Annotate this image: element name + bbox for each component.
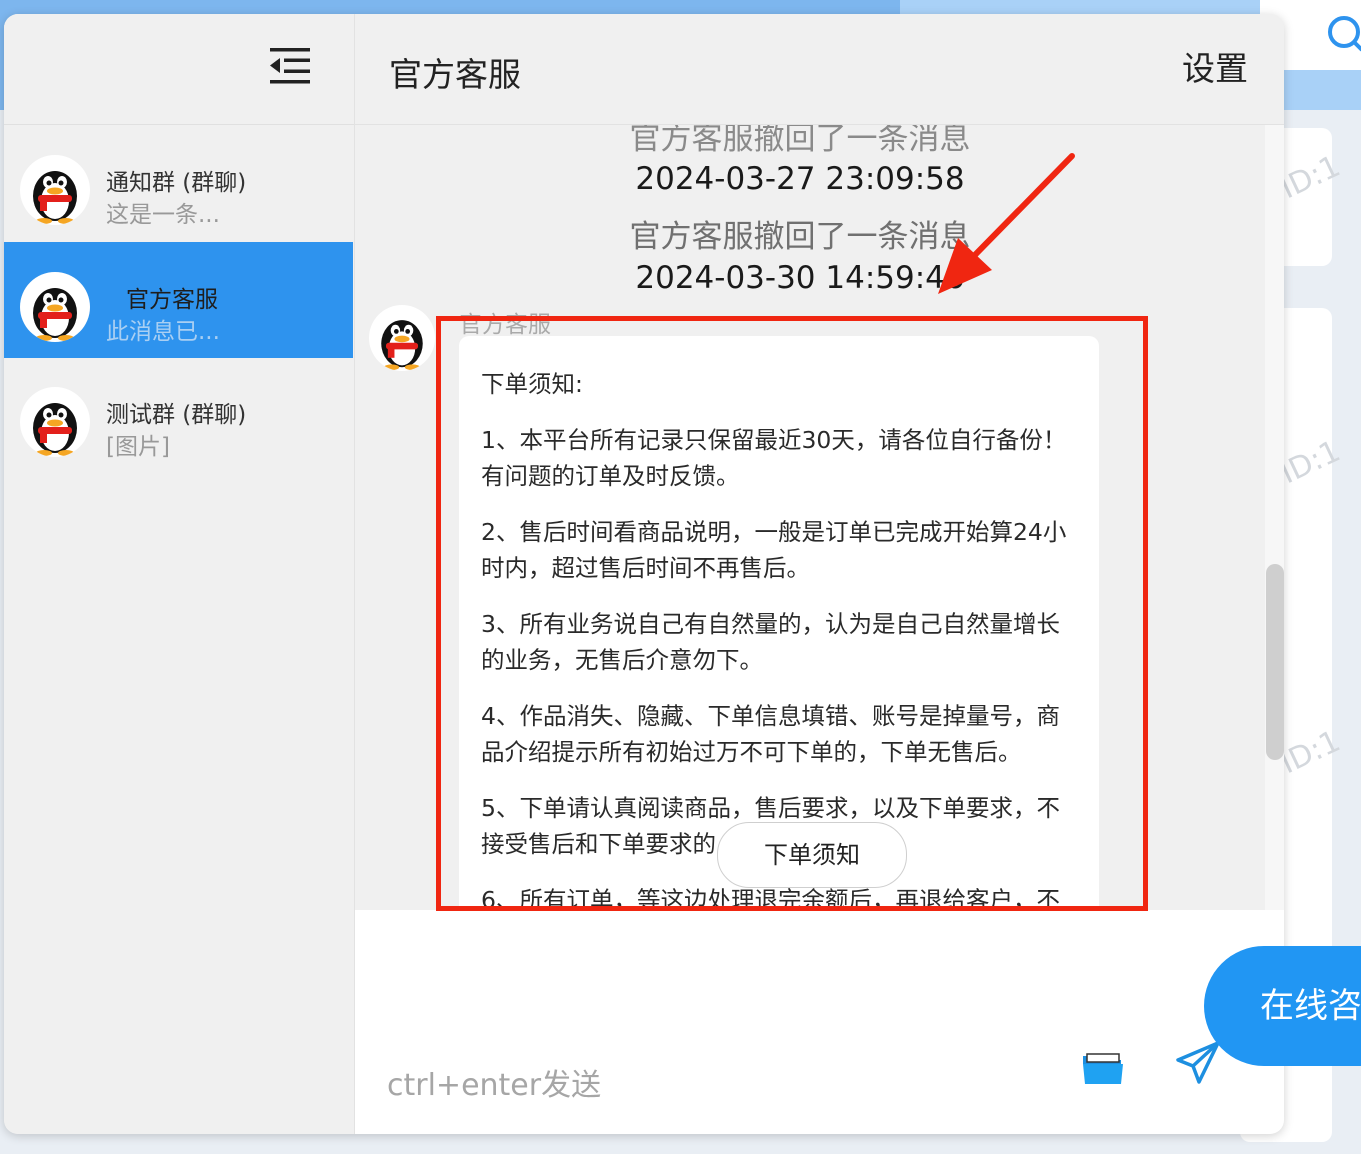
notice-rule: 4、作品消失、隐藏、下单信息填错、账号是掉量号，商 品介绍提示所有初始过万不可下单… — [481, 702, 1060, 766]
online-consult-button[interactable]: 在线咨询 — [1204, 946, 1361, 1066]
message-composer[interactable]: ctrl+enter发送 — [355, 910, 1284, 1134]
chat-name: 官方客服 — [126, 287, 218, 313]
send-icon[interactable] — [1175, 1040, 1221, 1086]
chat-item[interactable]: 测试群 (群聊) [图片] — [4, 359, 353, 475]
chat-name: 测试群 (群聊) — [106, 402, 247, 428]
notice-heading: 下单须知: — [481, 370, 583, 398]
chat-preview: 此消息已... — [106, 319, 220, 345]
system-message: 官方客服撤回了一条消息 — [629, 125, 971, 157]
notice-rule: 2、售后时间看商品说明，一般是订单已完成开始算24小 时内，超过售后时间不再售后。 — [481, 518, 1067, 582]
system-timestamp: 2024-03-27 23:09:58 — [635, 161, 965, 197]
penguin-avatar-icon — [20, 155, 90, 225]
scrollbar-thumb[interactable] — [1266, 564, 1284, 760]
chat-preview: [图片] — [106, 434, 170, 460]
system-message: 官方客服撤回了一条消息 — [629, 219, 971, 255]
chat-name: 通知群 (群聊) — [106, 170, 247, 196]
message-list[interactable]: 官方客服撤回了一条消息 2024-03-27 23:09:58 官方客服撤回了一… — [355, 125, 1265, 910]
penguin-avatar-icon — [20, 272, 90, 342]
message-sender: 官方客服 — [459, 312, 551, 338]
penguin-avatar-icon — [20, 387, 90, 457]
chat-preview: 这是一条... — [106, 202, 220, 228]
settings-button[interactable]: 设置 — [1182, 42, 1248, 90]
notice-rule: 1、本平台所有记录只保留最近30天，请各位自行备份！ 有问题的订单及时反馈。 — [481, 426, 1067, 490]
quick-reply-button[interactable]: 下单须知 — [717, 822, 907, 888]
chat-title: 官方客服 — [389, 55, 521, 94]
menu-collapse-icon[interactable] — [268, 44, 312, 88]
notice-rule: 3、所有业务说自己有自然量的，认为是自己自然量增长 的业务，无售后介意勿下。 — [481, 610, 1060, 674]
penguin-avatar-icon — [369, 305, 435, 371]
chat-window: 通知群 (群聊) 这是一条... 官方客服 此消息已... 测试群 (群聊) [… — [4, 14, 1284, 1134]
chat-header: 官方客服 设置 — [355, 14, 1284, 125]
chat-item-active[interactable]: 官方客服 此消息已... — [4, 242, 353, 358]
message-input[interactable]: ctrl+enter发送 — [387, 1060, 601, 1104]
scrollbar-track[interactable] — [1265, 125, 1284, 910]
sidebar: 通知群 (群聊) 这是一条... 官方客服 此消息已... 测试群 (群聊) [… — [4, 14, 355, 1134]
sidebar-header — [4, 14, 354, 125]
system-timestamp: 2024-03-30 14:59:46 — [635, 260, 965, 296]
search-icon[interactable] — [1322, 12, 1361, 52]
chat-item[interactable]: 通知群 (群聊) 这是一条... — [4, 125, 353, 241]
folder-icon[interactable] — [1081, 1050, 1125, 1086]
